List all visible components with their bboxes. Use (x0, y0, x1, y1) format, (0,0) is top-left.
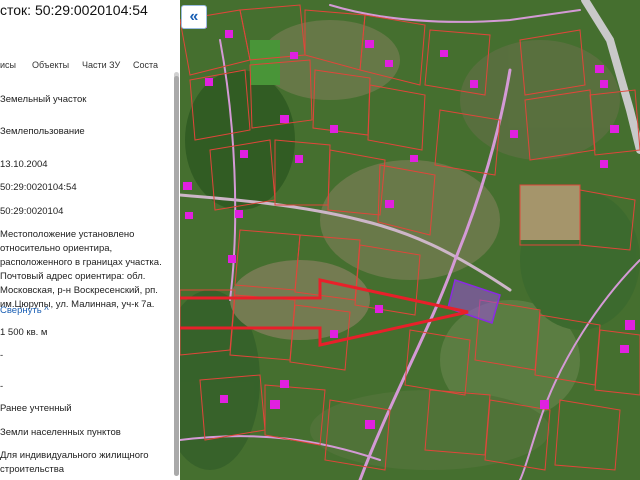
field-area: 1 500 кв. м (0, 327, 48, 338)
field-empty-2: - (0, 381, 4, 392)
tab-objects[interactable]: Объекты (32, 60, 69, 70)
field-cadastral-number: 50:29:0020104:54 (0, 182, 77, 193)
panel-tabs: исы Объекты Части ЗУ Соста (0, 60, 180, 74)
field-object-type: Земельный участок (0, 94, 87, 105)
field-kind: Землепользование (0, 126, 85, 137)
satellite-map[interactable] (180, 0, 640, 480)
panel-title: сток: 50:29:0020104:54 (0, 2, 148, 18)
field-permitted-use: Для индивидуального жилищного строительс… (0, 450, 149, 475)
field-empty-1: - (0, 350, 4, 361)
field-date: 13.10.2004 (0, 159, 48, 170)
collapse-panel-button[interactable]: « (181, 5, 207, 29)
field-address: Местоположение установлено относительно … (0, 229, 162, 310)
collapse-address-link[interactable]: Свернуть ^ (0, 304, 49, 318)
field-quarter: 50:29:0020104 (0, 206, 64, 217)
field-status: Ранее учтенный (0, 403, 72, 414)
tab-composition[interactable]: Соста (133, 60, 158, 70)
field-category: Земли населенных пунктов (0, 427, 121, 438)
tab-descriptions[interactable]: исы (0, 60, 16, 70)
tab-parts[interactable]: Части ЗУ (82, 60, 120, 70)
map-layer (180, 0, 640, 480)
info-panel: сток: 50:29:0020104:54 исы Объекты Части… (0, 0, 180, 480)
panel-scrollbar-thumb[interactable] (174, 76, 179, 476)
